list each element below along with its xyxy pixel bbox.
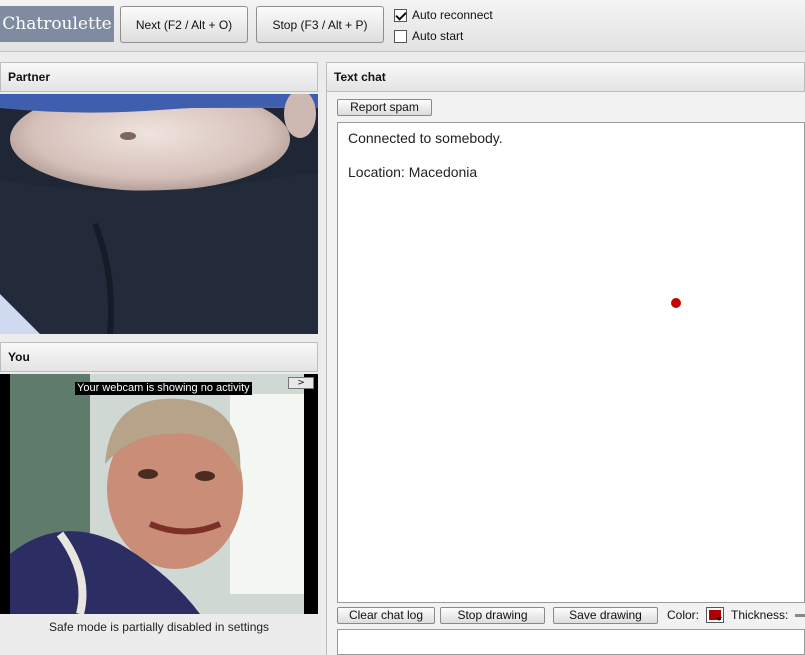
auto-start-option[interactable]: Auto start [394, 29, 463, 43]
text-chat-header: Text chat [326, 62, 805, 92]
webcam-expand-button[interactable]: > [288, 377, 314, 389]
safe-mode-note: Safe mode is partially disabled in setti… [48, 620, 270, 634]
partner-video [0, 94, 318, 334]
auto-reconnect-label: Auto reconnect [412, 8, 493, 22]
chatroulette-logo[interactable]: Chatroulette [0, 6, 114, 42]
dropdown-arrow-icon [716, 617, 722, 621]
thickness-label: Thickness: [731, 608, 789, 622]
report-spam-button[interactable]: Report spam [337, 99, 432, 116]
auto-start-checkbox[interactable] [394, 29, 407, 43]
chat-message-input[interactable] [337, 629, 805, 655]
partner-video-image [0, 94, 318, 334]
partner-panel-header: Partner [0, 62, 318, 92]
chat-message: Connected to somebody. [348, 130, 503, 146]
chat-message: Location: Macedonia [348, 164, 478, 180]
chat-log[interactable]: Connected to somebody. Location: Macedon… [337, 122, 805, 603]
auto-reconnect-option[interactable]: Auto reconnect [394, 8, 493, 22]
auto-reconnect-checkbox[interactable] [394, 8, 407, 22]
color-picker[interactable] [706, 607, 724, 623]
stop-button[interactable]: Stop (F3 / Alt + P) [256, 6, 384, 43]
auto-start-label: Auto start [412, 29, 464, 43]
top-toolbar: Chatroulette Next (F2 / Alt + O) Stop (F… [0, 0, 805, 52]
my-webcam-image [0, 374, 318, 614]
my-webcam-video: Your webcam is showing no activity > [0, 374, 318, 614]
clear-chat-log-button[interactable]: Clear chat log [337, 607, 435, 624]
color-label: Color: [667, 608, 700, 622]
drawing-dot [671, 298, 681, 308]
next-button[interactable]: Next (F2 / Alt + O) [120, 6, 248, 43]
stop-drawing-button[interactable]: Stop drawing [440, 607, 545, 624]
webcam-status-message: Your webcam is showing no activity [75, 382, 252, 395]
save-drawing-button[interactable]: Save drawing [553, 607, 658, 624]
thickness-slider[interactable] [795, 614, 805, 617]
you-panel-header: You [0, 342, 318, 372]
